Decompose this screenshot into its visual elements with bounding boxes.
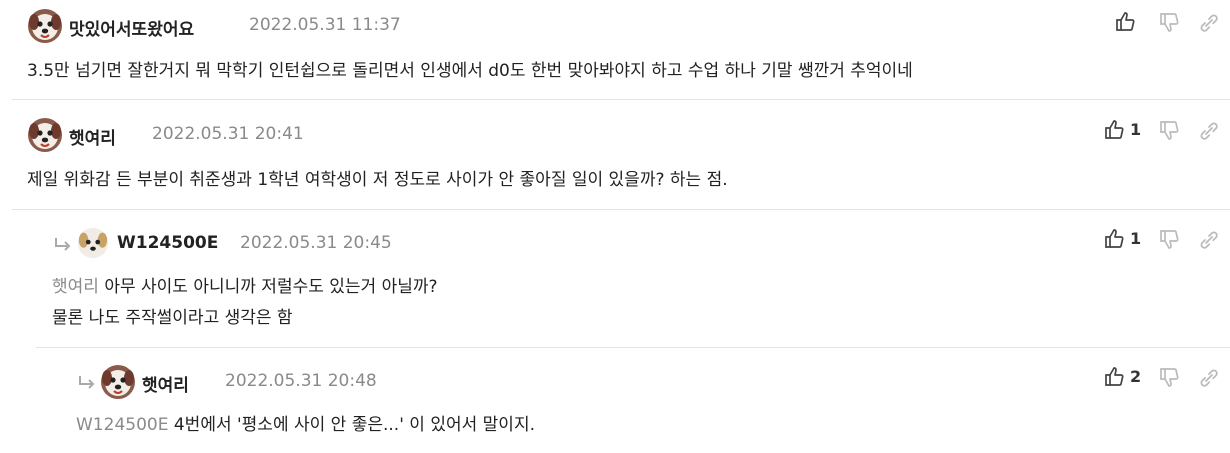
comment-text-line: 햇여리 아무 사이도 아니니까 저럴수도 있는거 아닐까? — [52, 277, 438, 297]
comment-actions — [1115, 11, 1225, 33]
comment-actions: 1 — [1104, 228, 1225, 250]
comment-nickname[interactable]: W124500E — [117, 233, 218, 253]
like-button[interactable]: 2 — [1104, 366, 1146, 388]
reply-arrow-icon — [55, 238, 71, 251]
comment-nickname[interactable]: 햇여리 — [142, 371, 189, 396]
thumbs-down-icon — [1160, 13, 1179, 32]
comment-text-line: 4번에서 '평소에 사이 안 좋은...' 이 있어서 말이지. — [173, 415, 535, 435]
like-button[interactable] — [1115, 11, 1137, 33]
like-button[interactable]: 1 — [1104, 119, 1146, 141]
link-button[interactable] — [1197, 228, 1219, 250]
comment-body: W124500E 4번에서 '평소에 사이 안 좋은...' 이 있어서 말이지… — [76, 410, 535, 441]
comment-text-line: 3.5만 넘기면 잘한거지 뭐 막학기 인턴쉽으로 돌리면서 인생에서 d0도 … — [27, 61, 913, 81]
mention-link[interactable]: 햇여리 — [52, 277, 99, 297]
thumbs-down-icon — [1160, 121, 1179, 140]
avatar[interactable] — [27, 117, 63, 153]
link-button[interactable] — [1197, 119, 1219, 141]
comment-2: 햇여리 2022.05.31 20:41 1 제일 위화감 든 부분이 취준생과… — [0, 100, 1230, 210]
dislike-button[interactable] — [1159, 366, 1181, 388]
comment-date: 2022.05.31 11:37 — [249, 15, 401, 35]
comment-body: 햇여리 아무 사이도 아니니까 저럴수도 있는거 아닐까? 물론 나도 주작썰이… — [52, 272, 438, 334]
comment-1: 맛있어서또왔어요 2022.05.31 11:37 3.5만 넘기면 잘한거지 … — [0, 0, 1230, 100]
comment-body: 3.5만 넘기면 잘한거지 뭐 막학기 인턴쉽으로 돌리면서 인생에서 d0도 … — [27, 56, 913, 87]
avatar[interactable] — [76, 226, 110, 260]
thumbs-up-icon — [1116, 12, 1135, 31]
comment-nickname[interactable]: 햇여리 — [69, 124, 116, 149]
link-icon — [1200, 122, 1218, 140]
thumbs-up-icon — [1105, 367, 1124, 386]
mention-link[interactable]: W124500E — [76, 415, 168, 435]
comment-text-line: 물론 나도 주작썰이라고 생각은 함 — [52, 308, 293, 328]
comment-actions: 1 — [1104, 119, 1225, 141]
link-icon — [1200, 14, 1218, 32]
comment-body: 제일 위화감 든 부분이 취준생과 1학년 여학생이 저 정도로 사이가 안 좋… — [27, 165, 728, 196]
dislike-button[interactable] — [1159, 119, 1181, 141]
link-button[interactable] — [1197, 366, 1219, 388]
like-count: 2 — [1130, 367, 1142, 386]
like-button[interactable]: 1 — [1104, 228, 1146, 250]
like-count: 1 — [1130, 229, 1142, 248]
dislike-button[interactable] — [1159, 228, 1181, 250]
thumbs-down-icon — [1160, 230, 1179, 249]
link-icon — [1200, 369, 1218, 387]
avatar[interactable] — [27, 8, 63, 44]
reply-1: W124500E 2022.05.31 20:45 1 햇여리 아무 사이도 아… — [0, 210, 1230, 348]
comment-date: 2022.05.31 20:48 — [225, 371, 377, 391]
thumbs-up-icon — [1105, 229, 1124, 248]
avatar[interactable] — [100, 364, 136, 400]
reply-2: 햇여리 2022.05.31 20:48 2 W124500E 4번에서 '평소… — [0, 348, 1230, 453]
thumbs-up-icon — [1105, 120, 1124, 139]
reply-arrow-icon — [79, 376, 95, 389]
comment-text-line: 제일 위화감 든 부분이 취준생과 1학년 여학생이 저 정도로 사이가 안 좋… — [27, 170, 728, 190]
comment-date: 2022.05.31 20:45 — [240, 233, 392, 253]
thumbs-down-icon — [1160, 368, 1179, 387]
link-icon — [1200, 231, 1218, 249]
dislike-button[interactable] — [1159, 11, 1181, 33]
comment-date: 2022.05.31 20:41 — [152, 124, 304, 144]
like-count: 1 — [1130, 120, 1142, 139]
comment-actions: 2 — [1104, 366, 1225, 388]
link-button[interactable] — [1197, 11, 1219, 33]
comment-nickname[interactable]: 맛있어서또왔어요 — [69, 15, 194, 40]
